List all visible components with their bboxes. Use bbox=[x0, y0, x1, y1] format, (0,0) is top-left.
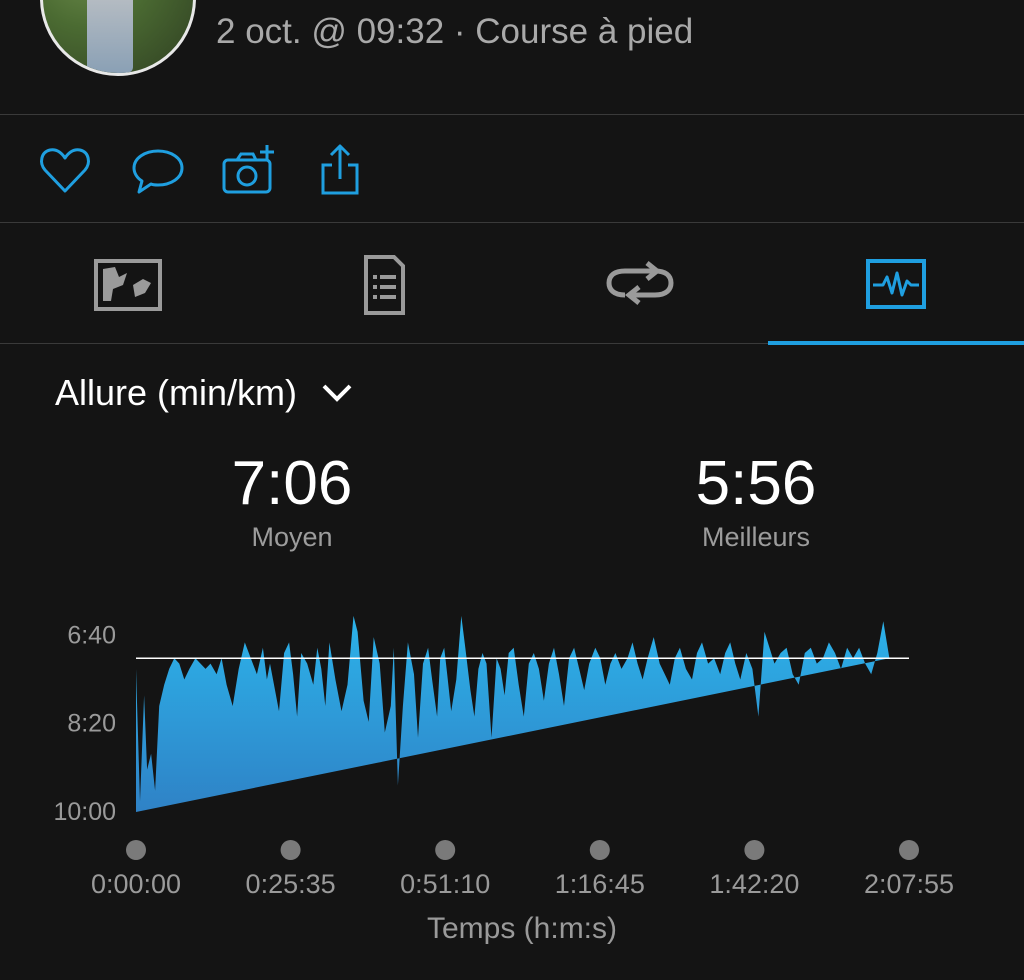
x-tick-label: 1:16:45 bbox=[555, 869, 645, 899]
laps-icon bbox=[606, 261, 674, 305]
action-bar bbox=[0, 115, 1024, 223]
add-photo-icon[interactable] bbox=[221, 143, 277, 199]
x-tick-dot[interactable] bbox=[589, 840, 610, 860]
best-pace-stat: 5:56 Meilleurs bbox=[606, 448, 906, 553]
heart-icon[interactable] bbox=[37, 143, 93, 199]
x-tick-label: 2:07:55 bbox=[864, 869, 954, 899]
chevron-down-icon bbox=[322, 384, 352, 402]
charts-icon bbox=[866, 259, 926, 309]
tab-map[interactable] bbox=[0, 223, 256, 343]
activity-header: 2 oct. @ 09:32 · Course à pied bbox=[0, 0, 1024, 115]
best-pace-label: Meilleurs bbox=[701, 522, 811, 552]
map-icon bbox=[94, 259, 162, 311]
x-tick-label: 0:51:10 bbox=[400, 869, 490, 899]
x-tick-dot[interactable] bbox=[126, 840, 146, 860]
pace-chart[interactable]: 6:40 8:20 10:00 0:00:00 0:25:35 0:51:10 1:16:… bbox=[0, 600, 1024, 950]
tab-laps[interactable] bbox=[512, 223, 768, 343]
activity-subtitle: 2 oct. @ 09:32 · Course à pied bbox=[216, 12, 694, 51]
tab-details[interactable] bbox=[256, 223, 512, 343]
y-tick-label: 10:00 bbox=[53, 798, 116, 826]
pace-area bbox=[136, 615, 890, 812]
avatar-photo bbox=[87, 0, 133, 73]
average-pace-value: 7:06 bbox=[231, 449, 353, 518]
y-tick-label: 6:40 bbox=[67, 621, 116, 649]
average-pace-label: Moyen bbox=[251, 522, 333, 552]
avatar[interactable] bbox=[40, 0, 196, 76]
x-tick-dot[interactable] bbox=[280, 840, 301, 860]
x-axis-title: Temps (h:m:s) bbox=[427, 912, 617, 945]
x-tick-label: 1:42:20 bbox=[709, 869, 799, 899]
share-icon[interactable] bbox=[313, 143, 369, 199]
best-pace-value: 5:56 bbox=[695, 449, 817, 518]
x-tick-label: 0:25:35 bbox=[246, 869, 336, 899]
y-tick-label: 8:20 bbox=[67, 710, 116, 738]
average-pace-stat: 7:06 Moyen bbox=[142, 448, 442, 553]
details-list-icon bbox=[364, 255, 405, 315]
metric-label: Allure (min/km) bbox=[55, 372, 298, 413]
x-tick-dot[interactable] bbox=[899, 840, 919, 860]
metric-dropdown[interactable]: Allure (min/km) bbox=[55, 368, 353, 418]
tab-charts[interactable] bbox=[768, 223, 1024, 345]
comment-icon[interactable] bbox=[130, 143, 186, 199]
activity-tabs bbox=[0, 223, 1024, 345]
x-tick-dot[interactable] bbox=[435, 840, 456, 860]
x-tick-label: 0:00:00 bbox=[91, 869, 181, 899]
x-tick-dot[interactable] bbox=[744, 840, 765, 860]
